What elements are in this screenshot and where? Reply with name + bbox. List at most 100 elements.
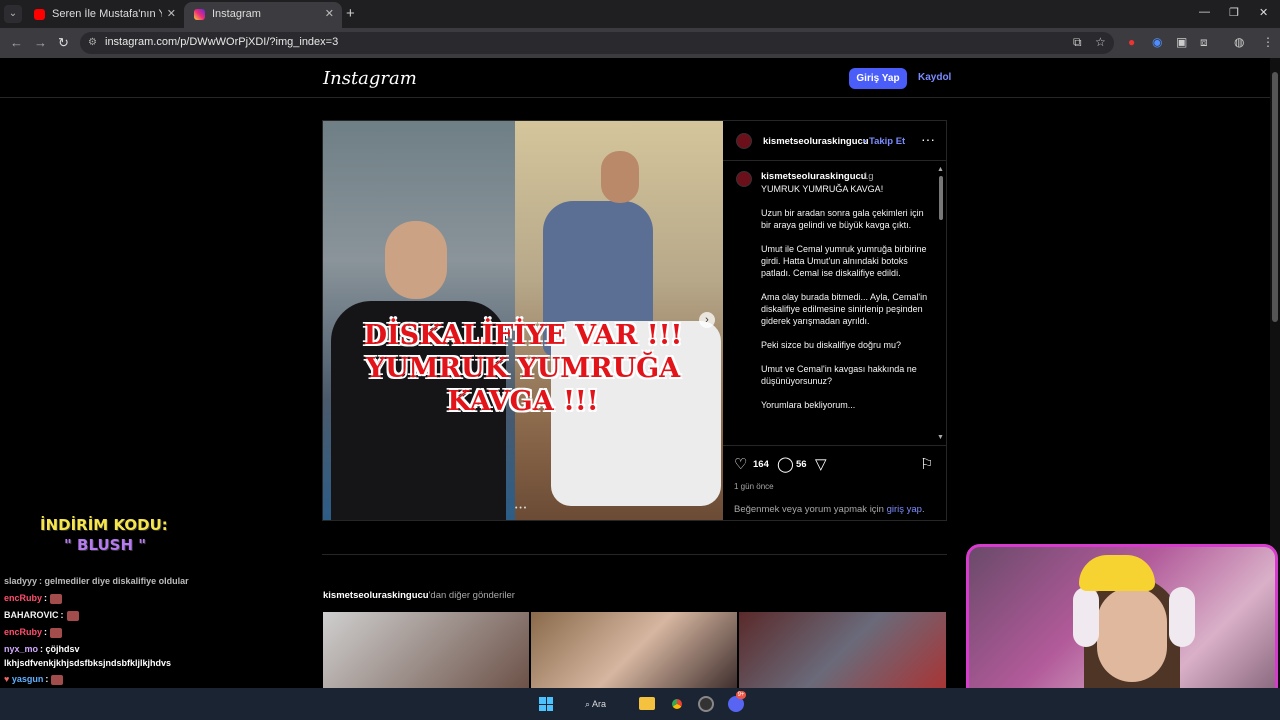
- caption-area: kismetseoluraskingucu 1g YUMRUK YUMRUĞA …: [723, 162, 947, 445]
- login-prompt: Beğenmek veya yorum yapmak için giriş ya…: [734, 504, 925, 515]
- windows-taskbar: ⌕ Ara 9+: [0, 688, 1280, 720]
- post-card: DİSKALİFİYE VAR !!! YUMRUK YUMRUĞA KAVGA…: [322, 120, 947, 521]
- chat-message: nyx_mo: çöjhdsv: [4, 644, 80, 654]
- minimize-icon[interactable]: —: [1199, 6, 1210, 18]
- scroll-up-icon[interactable]: ▲: [937, 166, 944, 173]
- caption-paragraph: Uzun bir aradan sonra gala çekimleri içi…: [761, 208, 924, 230]
- chat-username: encRuby: [4, 593, 43, 603]
- login-prompt-text: Beğenmek veya yorum yapmak için: [734, 504, 887, 515]
- extension-icon[interactable]: ●: [1128, 35, 1135, 49]
- post-thumbnail[interactable]: [323, 612, 529, 688]
- instagram-logo[interactable]: Instagram: [323, 68, 417, 89]
- more-posts-title: kismetseoluraskingucu'dan diğer gönderil…: [323, 590, 515, 601]
- new-tab-icon[interactable]: +: [346, 5, 355, 22]
- extensions-puzzle-icon[interactable]: ⧈: [1200, 35, 1208, 50]
- scroll-down-icon[interactable]: ▼: [937, 434, 944, 441]
- person-left-head: [385, 221, 447, 299]
- caption-username[interactable]: kismetseoluraskingucu: [761, 171, 867, 182]
- section-divider: [322, 554, 947, 555]
- comment-count: 56: [796, 459, 807, 470]
- taskbar-search[interactable]: ⌕ Ara: [581, 695, 623, 713]
- post-header: kismetseoluraskingucu • Takip Et ···: [723, 121, 947, 161]
- caption-paragraph: Umut ile Cemal yumruk yumruğa birbirine …: [761, 244, 927, 278]
- forward-icon[interactable]: →: [34, 35, 47, 50]
- site-info-icon[interactable]: ⚙: [88, 37, 100, 49]
- tab-instagram[interactable]: Instagram ✕: [184, 2, 342, 28]
- search-icon: ⌕: [585, 699, 593, 709]
- chat-message: encRuby:: [4, 593, 63, 604]
- chat-username: yasgun: [11, 674, 44, 684]
- tab-youtube[interactable]: Seren İle Mustafa'nın Yakınlaşm ✕: [24, 2, 184, 28]
- close-window-icon[interactable]: ✕: [1259, 6, 1268, 19]
- more-posts-account[interactable]: kismetseoluraskingucu: [323, 590, 429, 601]
- signup-link[interactable]: Kaydol: [918, 72, 951, 83]
- chat-message: lkhjsdfvenkjkhjsdsfbksjndsbfkljlkjhdvs: [4, 658, 171, 668]
- url-text[interactable]: instagram.com/p/DWwWOrPjXDI/?img_index=3: [105, 36, 338, 48]
- more-posts-suffix: 'dan diğer gönderiler: [428, 590, 515, 601]
- post-image[interactable]: DİSKALİFİYE VAR !!! YUMRUK YUMRUĞA KAVGA…: [323, 121, 723, 520]
- carousel-dots: • • •: [515, 505, 527, 512]
- tab-title: Instagram: [212, 8, 261, 20]
- share-icon[interactable]: ▽: [815, 455, 827, 473]
- post-thumbnail[interactable]: [531, 612, 737, 688]
- extension-icon[interactable]: ◉: [1152, 35, 1162, 49]
- extension-icon[interactable]: ▣: [1176, 35, 1187, 49]
- promo-code: " BLUSH ": [64, 536, 147, 554]
- caption-paragraph: YUMRUK YUMRUĞA KAVGA!: [761, 184, 884, 194]
- tab-title: Seren İle Mustafa'nın Yakınlaşm: [52, 8, 162, 20]
- instagram-header: Instagram Giriş Yap Kaydol: [0, 58, 1270, 98]
- image-caption-text: DİSKALİFİYE VAR !!! YUMRUK YUMRUĞA KAVGA…: [323, 319, 723, 418]
- pikachu-hat: [1079, 555, 1155, 591]
- chat-text: :: [45, 674, 49, 684]
- carousel-next-icon[interactable]: ›: [699, 312, 715, 328]
- login-link[interactable]: giriş yap: [887, 504, 922, 515]
- url-bar[interactable]: ⚙ instagram.com/p/DWwWOrPjXDI/?img_index…: [80, 32, 1114, 54]
- chrome-icon[interactable]: [669, 696, 685, 712]
- login-prompt-suffix: .: [921, 504, 925, 515]
- posted-ago: 1 gün önce: [734, 482, 774, 491]
- windows-start-icon[interactable]: [539, 697, 553, 711]
- chat-username: BAHAROVIC: [4, 610, 59, 620]
- back-icon[interactable]: ←: [10, 35, 23, 50]
- emote-icon: [66, 610, 79, 621]
- chat-text: : çöjhdsv: [40, 644, 80, 654]
- scrollbar-thumb[interactable]: [1272, 72, 1278, 322]
- streamer-face: [1097, 587, 1167, 682]
- profile-avatar[interactable]: ◍: [1234, 35, 1244, 49]
- chat-username: encRuby: [4, 627, 43, 637]
- caption-time: 1g: [863, 171, 874, 182]
- emote-icon: [51, 674, 64, 685]
- file-explorer-icon[interactable]: [639, 697, 655, 710]
- chat-message: BAHAROVIC:: [4, 610, 79, 621]
- follow-label: Takip Et: [868, 136, 906, 147]
- chat-text: :: [60, 610, 64, 620]
- restore-icon[interactable]: ❐: [1229, 6, 1239, 19]
- chat-text: :: [44, 627, 48, 637]
- install-app-icon[interactable]: ⧉: [1073, 35, 1082, 50]
- notification-badge: 9+: [736, 691, 746, 699]
- post-thumbnail[interactable]: [739, 612, 946, 688]
- bookmark-star-icon[interactable]: ☆: [1095, 35, 1106, 49]
- chat-username: nyx_mo: [4, 644, 39, 654]
- scrollbar-thumb[interactable]: [939, 176, 943, 220]
- close-icon[interactable]: ✕: [325, 7, 334, 20]
- menu-kebab-icon[interactable]: ⋮: [1262, 35, 1274, 49]
- chat-message: encRuby:: [4, 627, 63, 638]
- close-icon[interactable]: ✕: [167, 7, 176, 20]
- account-name[interactable]: kismetseoluraskingucu: [763, 136, 869, 147]
- follow-button[interactable]: • Takip Et: [863, 136, 905, 147]
- login-button[interactable]: Giriş Yap: [849, 68, 907, 89]
- app-icon[interactable]: [698, 696, 714, 712]
- like-heart-icon[interactable]: ♡: [734, 455, 747, 473]
- more-options-icon[interactable]: ···: [921, 131, 935, 147]
- address-toolbar: ← → ↻ ⚙ instagram.com/p/DWwWOrPjXDI/?img…: [0, 28, 1280, 58]
- comment-icon[interactable]: ◯: [777, 455, 794, 473]
- emote-icon: [50, 593, 63, 604]
- save-bookmark-icon[interactable]: ⚐: [920, 455, 933, 473]
- youtube-icon: [34, 9, 45, 20]
- tab-search-button[interactable]: ⌄: [4, 5, 22, 23]
- avatar[interactable]: [736, 133, 752, 149]
- avatar[interactable]: [736, 171, 752, 187]
- caption-scrollbar[interactable]: ▲ ▼: [937, 166, 945, 442]
- reload-icon[interactable]: ↻: [58, 35, 69, 51]
